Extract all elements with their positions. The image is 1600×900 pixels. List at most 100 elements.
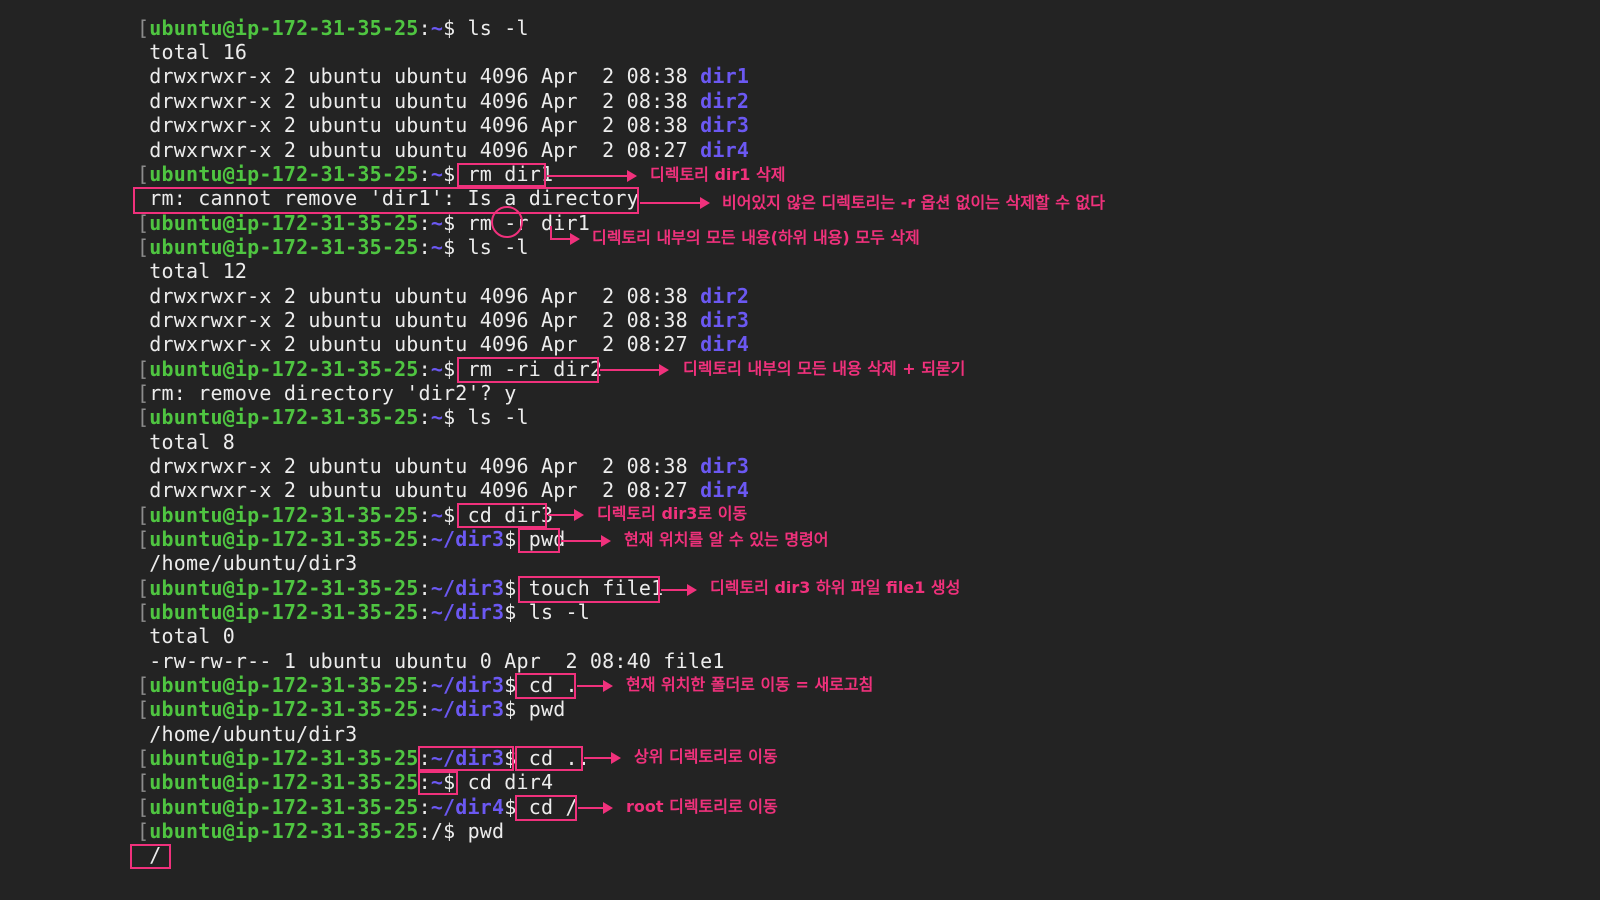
- listing-row: drwxrwxr-x 2 ubuntu ubuntu 4096 Apr 2 08…: [137, 478, 749, 502]
- prompt-bracket: [: [137, 697, 150, 721]
- listing-dirname: dir3: [700, 308, 750, 332]
- annotation-arrow: [547, 170, 637, 182]
- prompt-colon: :: [418, 673, 431, 697]
- terminal-line: [ubuntu@ip-172-31-35-25:/$ pwd: [137, 819, 504, 843]
- output-line: total 16: [137, 40, 247, 64]
- prompt-sign: $: [504, 600, 517, 624]
- highlight-box: [457, 163, 546, 187]
- annotation-arrow: [548, 509, 584, 521]
- prompt-bracket: [: [137, 576, 150, 600]
- prompt-path: ~/dir3: [430, 673, 505, 697]
- prompt-sign: $: [504, 527, 517, 551]
- terminal-line: [ubuntu@ip-172-31-35-25:~/dir3$ ls -l: [137, 600, 590, 624]
- prompt-colon: :: [418, 503, 431, 527]
- output-line: total 0: [137, 624, 235, 648]
- command-text: dir1: [528, 211, 590, 235]
- listing-file: -rw-rw-r-- 1 ubuntu ubuntu 0 Apr 2 08:40…: [149, 649, 725, 673]
- prompt-bracket: [: [137, 770, 150, 794]
- prompt-path: ~: [430, 16, 444, 40]
- prompt-user: ubuntu@ip-172-31-35-25: [149, 235, 419, 259]
- prompt-user: ubuntu@ip-172-31-35-25: [149, 503, 419, 527]
- listing-dirname: dir4: [700, 332, 750, 356]
- terminal-window: [ubuntu@ip-172-31-35-25:~$ ls -l total 1…: [0, 0, 1600, 900]
- command-text: ls -l: [467, 16, 529, 40]
- annotation-text: 현재 위치한 폴더로 이동 = 새로고침: [626, 675, 874, 694]
- output-line: /home/ubuntu/dir3: [137, 551, 357, 575]
- terminal-line: [ubuntu@ip-172-31-35-25:~$ ls -l: [137, 405, 529, 429]
- listing-row: drwxrwxr-x 2 ubuntu ubuntu 4096 Apr 2 08…: [137, 113, 749, 137]
- listing-dirname: dir3: [700, 454, 750, 478]
- annotation-text: 디렉토리 내부의 모든 내용 삭제 + 되묻기: [683, 359, 966, 378]
- prompt-user: ubuntu@ip-172-31-35-25: [149, 527, 419, 551]
- listing-dirname: dir4: [700, 138, 750, 162]
- prompt-user: ubuntu@ip-172-31-35-25: [149, 819, 419, 843]
- highlight-box: [418, 771, 458, 795]
- output-line: total 12: [137, 259, 247, 283]
- prompt-bracket: [: [137, 527, 150, 551]
- prompt-user: ubuntu@ip-172-31-35-25: [149, 16, 419, 40]
- prompt-colon: :: [418, 357, 431, 381]
- listing-row: drwxrwxr-x 2 ubuntu ubuntu 4096 Apr 2 08…: [137, 332, 749, 356]
- annotation-arrow: [577, 680, 613, 692]
- annotation-text: 상위 디렉토리로 이동: [634, 747, 778, 766]
- prompt-colon: :: [418, 795, 431, 819]
- annotation-arrow: [550, 233, 580, 245]
- output-total: total 16: [149, 40, 248, 64]
- prompt-user: ubuntu@ip-172-31-35-25: [149, 600, 419, 624]
- command-text: pwd: [467, 819, 505, 843]
- highlight-box: [515, 795, 577, 821]
- output-line: total 8: [137, 430, 235, 454]
- prompt-user: ubuntu@ip-172-31-35-25: [149, 746, 419, 770]
- terminal-line: [ubuntu@ip-172-31-35-25:~/dir3$ pwd: [137, 697, 566, 721]
- prompt-sign: $: [443, 357, 456, 381]
- prompt-bracket: [: [137, 405, 150, 429]
- prompt-colon: :: [418, 235, 431, 259]
- prompt-path: ~: [430, 235, 444, 259]
- listing-meta: drwxrwxr-x 2 ubuntu ubuntu 4096 Apr 2 08…: [149, 284, 701, 308]
- prompt-bracket: [: [137, 819, 150, 843]
- highlight-box: [515, 746, 583, 771]
- pwd-output: /home/ubuntu/dir3: [149, 722, 358, 746]
- listing-dirname: dir4: [700, 478, 750, 502]
- annotation-text: root 디렉토리로 이동: [626, 797, 778, 816]
- listing-meta: drwxrwxr-x 2 ubuntu ubuntu 4096 Apr 2 08…: [149, 478, 701, 502]
- prompt-user: ubuntu@ip-172-31-35-25: [149, 795, 419, 819]
- listing-row: drwxrwxr-x 2 ubuntu ubuntu 4096 Apr 2 08…: [137, 454, 749, 478]
- prompt-sign: $: [443, 405, 456, 429]
- prompt-sign: $: [443, 16, 456, 40]
- prompt-user: ubuntu@ip-172-31-35-25: [149, 162, 419, 186]
- listing-row: drwxrwxr-x 2 ubuntu ubuntu 4096 Apr 2 08…: [137, 89, 749, 113]
- terminal-line: [ubuntu@ip-172-31-35-25:~/dir4$ cd /: [137, 795, 578, 819]
- prompt-sign: $: [443, 235, 456, 259]
- listing-meta: drwxrwxr-x 2 ubuntu ubuntu 4096 Apr 2 08…: [149, 113, 701, 137]
- output-line: /home/ubuntu/dir3: [137, 722, 357, 746]
- prompt-user: ubuntu@ip-172-31-35-25: [149, 673, 419, 697]
- highlight-circle: [491, 206, 523, 238]
- highlight-box: [518, 528, 560, 553]
- annotation-text: 디렉토리 dir3로 이동: [597, 504, 748, 523]
- prompt-bracket: [: [137, 503, 150, 527]
- prompt-path: ~: [430, 503, 444, 527]
- prompt-user: ubuntu@ip-172-31-35-25: [149, 405, 419, 429]
- listing-dirname: dir1: [700, 64, 750, 88]
- annotation-text: 비어있지 않은 디렉토리는 -r 옵션 없이는 삭제할 수 없다: [722, 193, 1105, 212]
- prompt-sign: $: [504, 697, 517, 721]
- prompt-path: ~/dir4: [430, 795, 505, 819]
- prompt-bracket: [: [137, 673, 150, 697]
- output-line: [rm: remove directory 'dir2'? y: [137, 381, 516, 405]
- prompt-user: ubuntu@ip-172-31-35-25: [149, 697, 419, 721]
- prompt-colon: :: [418, 162, 431, 186]
- prompt-colon: :: [418, 527, 431, 551]
- terminal-line: [ubuntu@ip-172-31-35-25:~$ ls -l: [137, 235, 529, 259]
- prompt-path: ~: [430, 357, 444, 381]
- confirm-text: rm: remove directory 'dir2'? y: [149, 381, 517, 405]
- prompt-bracket: [: [137, 381, 150, 405]
- listing-row: drwxrwxr-x 2 ubuntu ubuntu 4096 Apr 2 08…: [137, 64, 749, 88]
- listing-meta: drwxrwxr-x 2 ubuntu ubuntu 4096 Apr 2 08…: [149, 138, 701, 162]
- terminal-line: [ubuntu@ip-172-31-35-25:~$ cd dir4: [137, 770, 553, 794]
- pwd-output: /home/ubuntu/dir3: [149, 551, 358, 575]
- prompt-user: ubuntu@ip-172-31-35-25: [149, 357, 419, 381]
- annotation-arrow: [600, 364, 669, 376]
- listing-row: drwxrwxr-x 2 ubuntu ubuntu 4096 Apr 2 08…: [137, 138, 749, 162]
- prompt-path: ~/dir3: [430, 697, 505, 721]
